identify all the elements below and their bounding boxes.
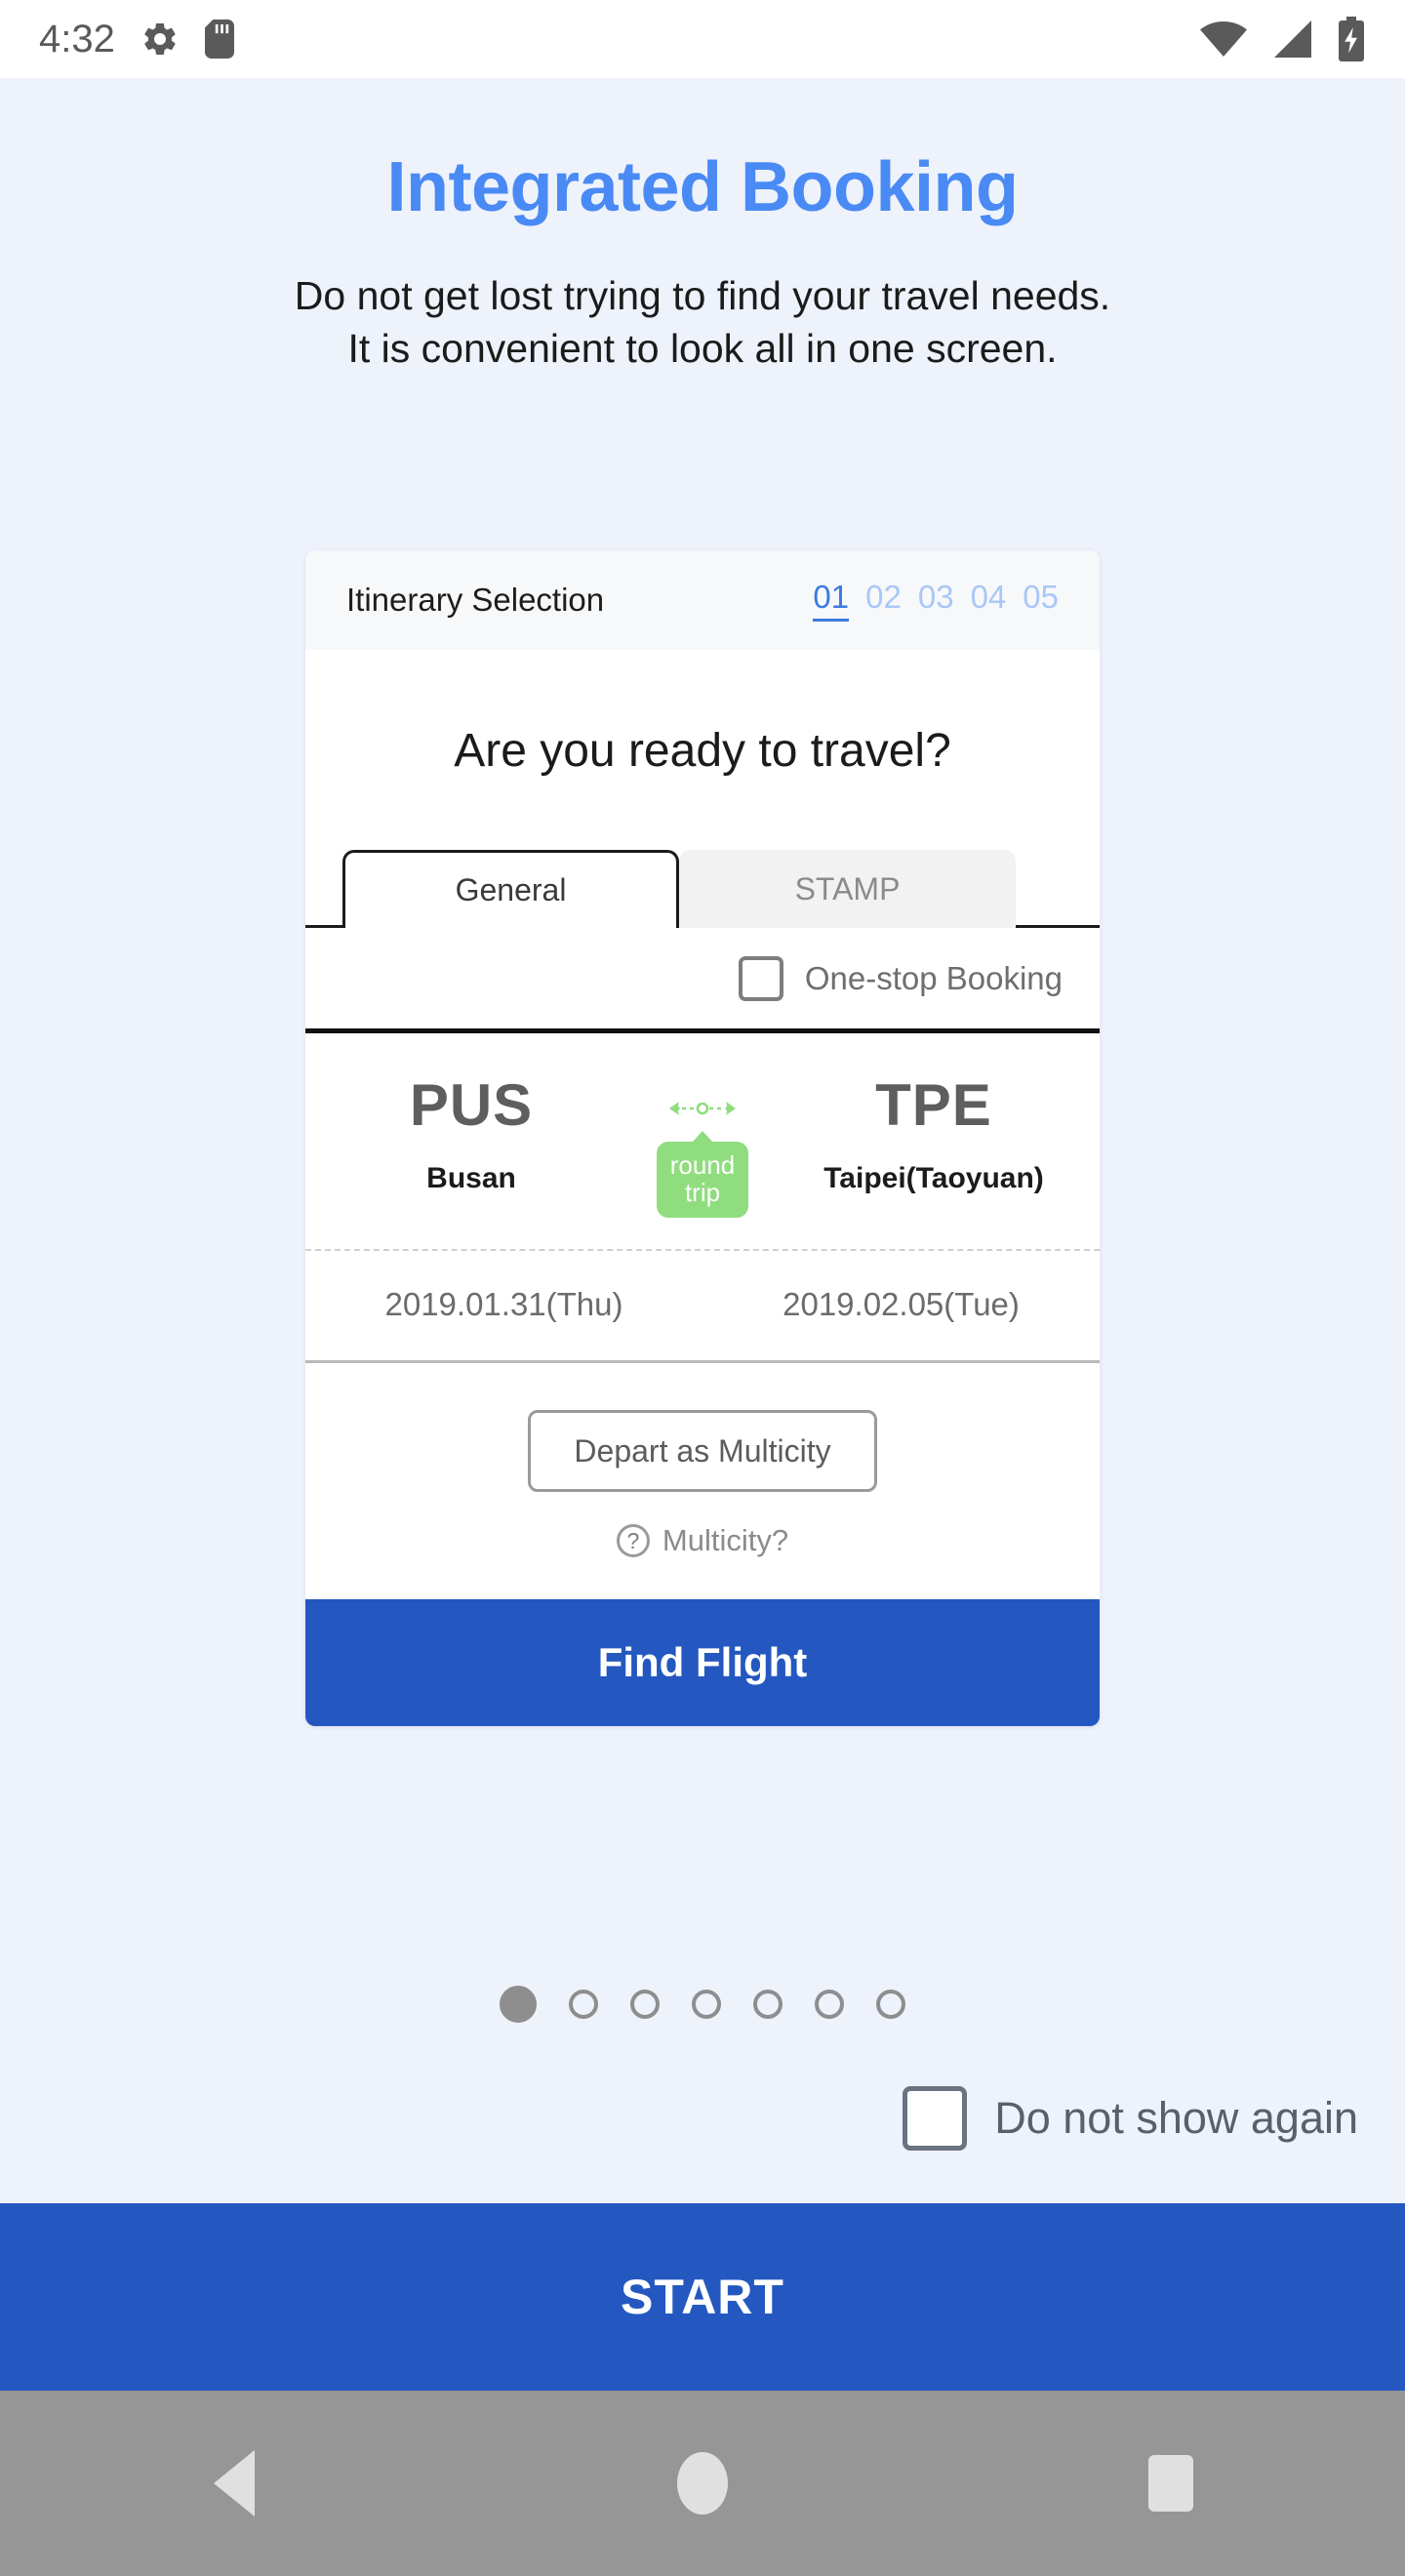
do-not-show-again-label: Do not show again: [994, 2093, 1358, 2143]
pagination-dot-2[interactable]: [569, 1990, 598, 2019]
pagination-dot-7[interactable]: [876, 1990, 905, 2019]
step-02[interactable]: 02: [865, 579, 902, 616]
page-subtitle-line-2: It is convenient to look all in one scre…: [347, 326, 1058, 372]
return-date[interactable]: 2019.02.05(Tue): [702, 1286, 1100, 1323]
wifi-icon: [1198, 20, 1249, 59]
pagination-dot-5[interactable]: [753, 1990, 783, 2019]
destination-code: TPE: [875, 1072, 992, 1138]
sd-card-icon: [204, 19, 234, 60]
depart-date[interactable]: 2019.01.31(Thu): [305, 1286, 702, 1323]
pagination-dot-6[interactable]: [815, 1990, 844, 2019]
gear-icon: [140, 20, 180, 59]
question-mark-icon: ?: [616, 1524, 650, 1558]
step-04[interactable]: 04: [971, 579, 1007, 616]
round-trip-badge-line-1: round: [669, 1150, 736, 1180]
status-bar-right: [1198, 17, 1366, 61]
do-not-show-again-row[interactable]: Do not show again: [903, 2086, 1358, 2151]
step-03[interactable]: 03: [918, 579, 954, 616]
origin-code: PUS: [409, 1072, 534, 1138]
route-row[interactable]: PUS Busan round trip TPE Taipei(Taoyuan): [305, 1033, 1100, 1252]
pagination-dots: [0, 1986, 1405, 2023]
one-stop-booking-label: One-stop Booking: [804, 959, 1063, 996]
nav-home-button[interactable]: [468, 2452, 937, 2515]
status-bar: 4:32: [0, 0, 1405, 78]
home-circle-icon: [677, 2452, 728, 2515]
back-triangle-icon: [214, 2450, 255, 2516]
nav-back-button[interactable]: [0, 2450, 468, 2516]
trip-type-block[interactable]: round trip: [637, 1076, 768, 1219]
step-05[interactable]: 05: [1023, 579, 1059, 616]
start-button[interactable]: START: [0, 2203, 1405, 2391]
booking-type-tabs: STAMP General: [305, 848, 1100, 928]
status-clock: 4:32: [39, 17, 115, 60]
multicity-help-link[interactable]: ? Multicity?: [305, 1523, 1100, 1558]
pagination-dot-4[interactable]: [692, 1990, 721, 2019]
onboarding-screen: Integrated Booking Do not get lost tryin…: [0, 78, 1405, 2576]
step-indicator: 01 02 03 04 05: [813, 579, 1059, 622]
origin-city: Busan: [426, 1162, 516, 1194]
origin-block[interactable]: PUS Busan: [305, 1076, 637, 1195]
page-title: Integrated Booking: [386, 148, 1019, 226]
itinerary-card: Itinerary Selection 01 02 03 04 05 Are y…: [305, 550, 1100, 1727]
tab-stamp[interactable]: STAMP: [679, 850, 1016, 928]
card-hero-heading: Are you ready to travel?: [454, 725, 951, 777]
step-01[interactable]: 01: [813, 579, 850, 622]
destination-city: Taipei(Taoyuan): [823, 1162, 1044, 1194]
cellular-signal-icon: [1270, 19, 1315, 60]
recents-square-icon: [1148, 2455, 1193, 2512]
status-bar-left: 4:32: [39, 18, 234, 61]
round-trip-badge-line-2: trip: [684, 1178, 721, 1208]
depart-as-multicity-button[interactable]: Depart as Multicity: [528, 1410, 877, 1493]
android-navigation-bar: [0, 2391, 1405, 2576]
multicity-help-label: Multicity?: [662, 1523, 789, 1558]
battery-charging-icon: [1337, 17, 1366, 61]
nav-recents-button[interactable]: [937, 2455, 1405, 2512]
do-not-show-again-checkbox[interactable]: [903, 2086, 968, 2151]
destination-block[interactable]: TPE Taipei(Taoyuan): [768, 1076, 1100, 1195]
card-header: Itinerary Selection 01 02 03 04 05: [305, 550, 1100, 650]
dates-row[interactable]: 2019.01.31(Thu) 2019.02.05(Tue): [305, 1251, 1100, 1364]
tab-general[interactable]: General: [342, 850, 679, 928]
one-stop-booking-row[interactable]: One-stop Booking: [305, 928, 1100, 1033]
card-header-title: Itinerary Selection: [346, 582, 605, 618]
multicity-section: Depart as Multicity ? Multicity?: [305, 1363, 1100, 1599]
find-flight-button[interactable]: Find Flight: [305, 1599, 1100, 1727]
round-trip-plane-icon: [659, 1094, 746, 1128]
page-subtitle: Do not get lost trying to find your trav…: [0, 269, 1405, 375]
one-stop-booking-checkbox[interactable]: [738, 955, 783, 1001]
pagination-dot-3[interactable]: [630, 1990, 660, 2019]
pagination-dot-1[interactable]: [500, 1986, 537, 2023]
page-subtitle-line-1: Do not get lost trying to find your trav…: [294, 273, 1111, 318]
round-trip-badge[interactable]: round trip: [657, 1142, 748, 1219]
